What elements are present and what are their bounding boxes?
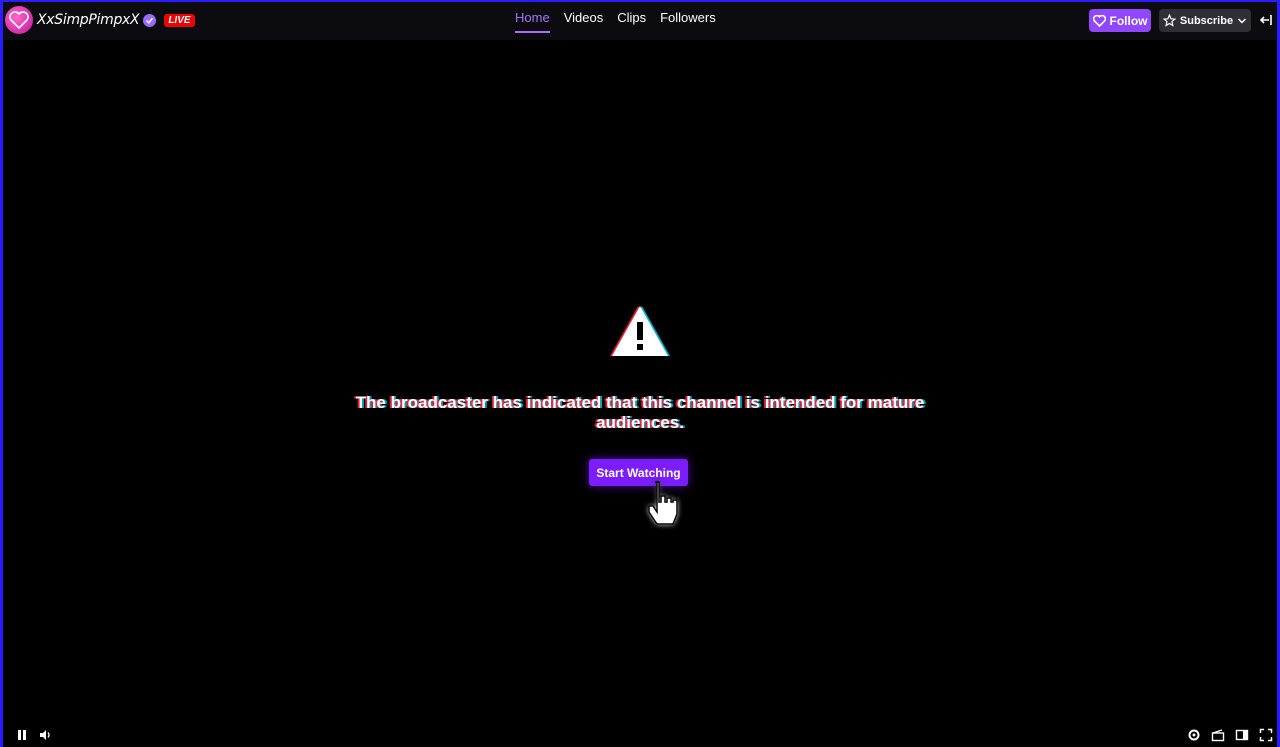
channel-name[interactable]: XxSimpPimpxX (37, 12, 140, 28)
fullscreen-icon[interactable] (1257, 726, 1275, 744)
chevron-down-icon (1238, 17, 1247, 24)
verified-badge-icon (143, 13, 157, 27)
channel-tabs: Home Videos Clips Followers (515, 10, 730, 33)
player-controls-right (1185, 726, 1280, 744)
follow-button[interactable]: Follow (1089, 9, 1151, 32)
theatre-mode-icon[interactable] (1233, 726, 1251, 744)
channel-header: XxSimpPimpxX LIVE Home Videos Clips Foll… (3, 2, 1277, 40)
settings-icon[interactable] (1185, 726, 1203, 744)
live-badge: LIVE (164, 13, 195, 27)
mature-warning-message: The broadcaster has indicated that this … (355, 393, 925, 432)
tab-videos[interactable]: Videos (564, 10, 604, 32)
channel-avatar[interactable] (5, 6, 33, 34)
stream-page: XxSimpPimpxX LIVE Home Videos Clips Foll… (0, 0, 1280, 747)
heart-logo-icon (9, 11, 29, 29)
channel-info: XxSimpPimpxX LIVE (5, 6, 195, 34)
follow-label: Follow (1109, 13, 1148, 28)
volume-icon[interactable] (37, 726, 55, 744)
clip-icon[interactable] (1209, 726, 1227, 744)
star-icon (1163, 14, 1176, 27)
collapse-icon[interactable] (1257, 10, 1275, 30)
tab-followers[interactable]: Followers (660, 10, 716, 32)
warning-triangle-icon (610, 306, 670, 356)
subscribe-button[interactable]: Subscribe (1159, 9, 1251, 32)
player-controls-left (13, 726, 61, 744)
heart-icon (1092, 14, 1106, 27)
hand-cursor-icon (648, 481, 678, 525)
subscribe-label: Subscribe (1179, 14, 1234, 27)
tab-home[interactable]: Home (515, 10, 550, 33)
tab-clips[interactable]: Clips (617, 10, 646, 32)
pause-icon[interactable] (13, 726, 31, 744)
mature-content-overlay: The broadcaster has indicated that this … (3, 302, 1277, 433)
